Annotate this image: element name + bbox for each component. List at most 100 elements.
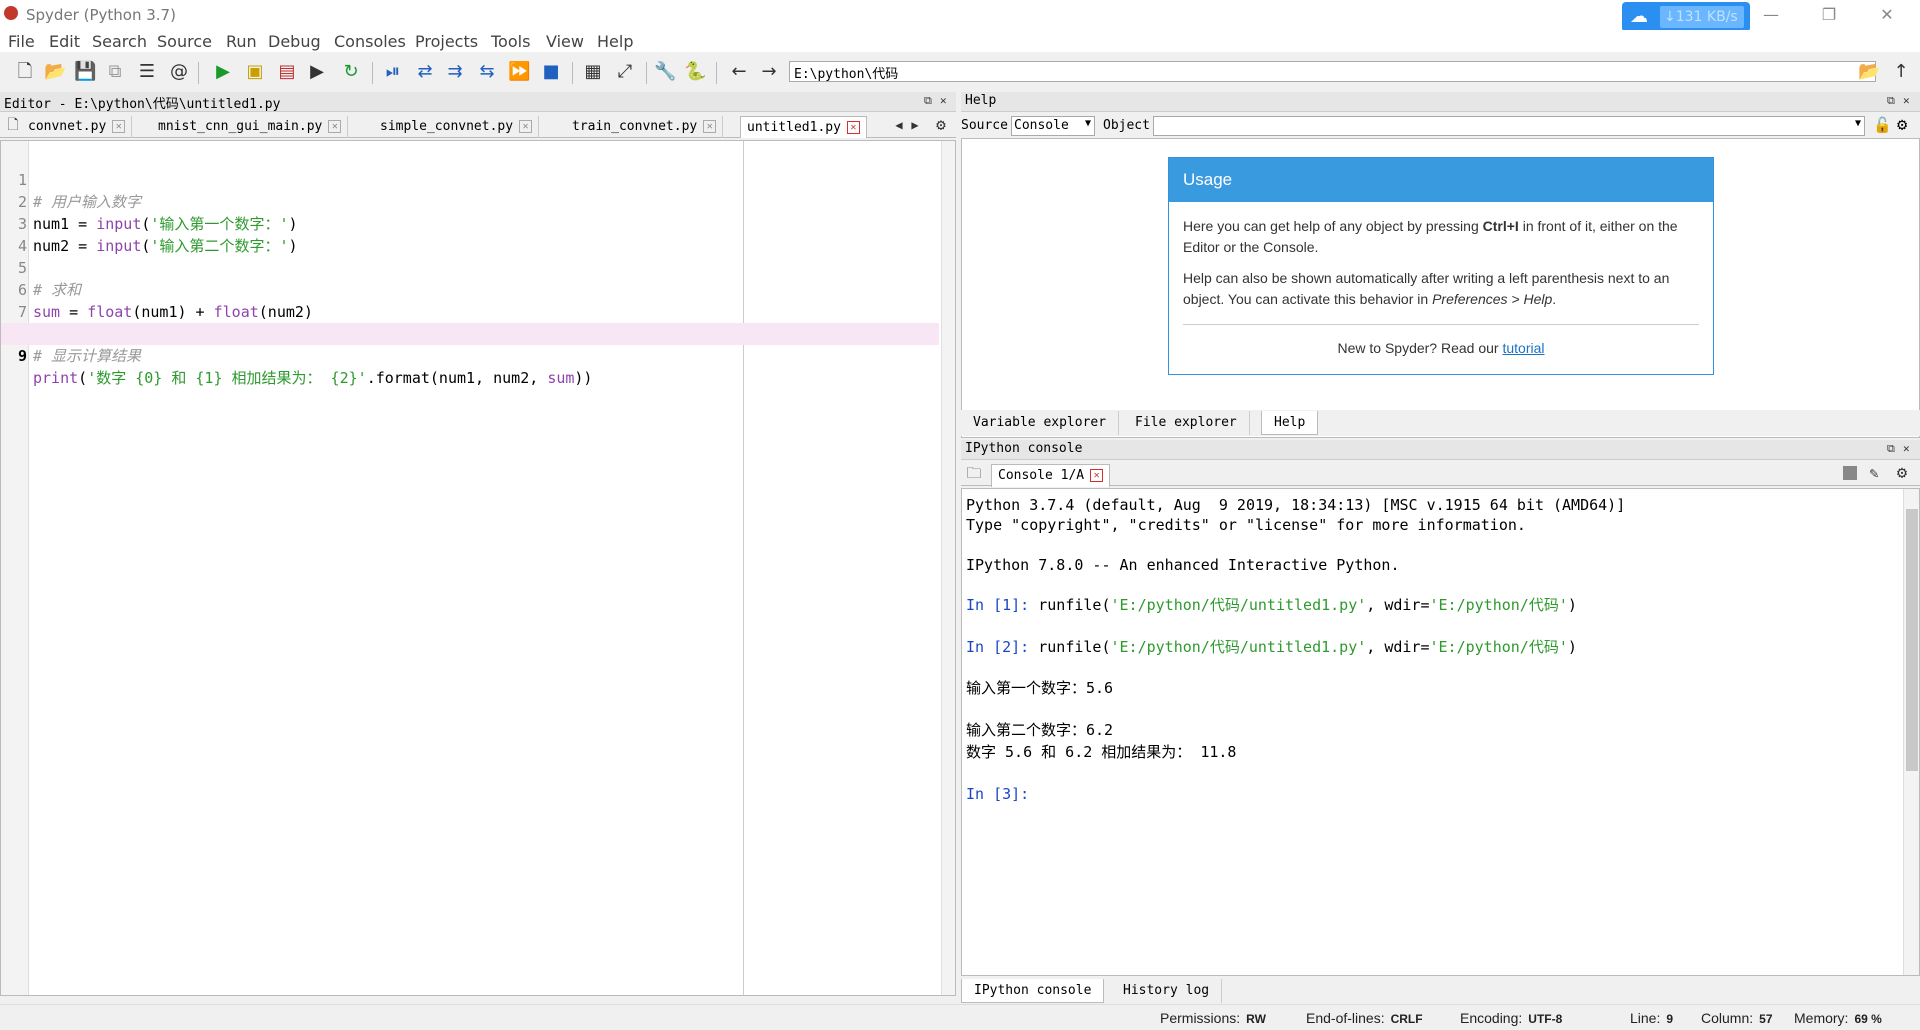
forward-arrow-icon[interactable]: →	[758, 61, 780, 83]
gear-icon[interactable]: ⚙	[1891, 462, 1913, 484]
step-icon[interactable]: ⇄	[414, 61, 436, 83]
browse-folder-icon[interactable]: 📂	[1858, 61, 1880, 83]
gear-icon[interactable]: ⚙	[930, 114, 952, 136]
open-file-icon[interactable]: 📂	[44, 61, 66, 83]
label: Memory:	[1794, 1010, 1849, 1026]
help-pane: Help ⧉ ✕ Source Console ▼ Object ▼ 🔓 ⚙ U…	[961, 92, 1920, 438]
tab-console-1a[interactable]: Console 1/A ✕	[991, 464, 1111, 487]
tab-history-log[interactable]: History log	[1111, 979, 1223, 1003]
console-scrollbar[interactable]	[1903, 489, 1919, 975]
main-toolbar: 🗋 📂 💾 ⧉ ☰ @ ▶ ▣ ▤ ▶ ↻ ⏯ ⇄ ⇉ ⇆ ⏩ ■ ▦ ⤢ 🔧 …	[0, 54, 1920, 92]
close-tab-icon[interactable]: ✕	[112, 120, 126, 133]
tutorial-link[interactable]: tutorial	[1502, 340, 1544, 356]
code-editor[interactable]: 1 # 用户输入数字 2 num1 = input('输入第一个数字：') 3 …	[0, 140, 956, 996]
python-path-icon[interactable]: 🐍	[684, 61, 706, 83]
step-into-icon[interactable]: ⇉	[444, 61, 466, 83]
browse-tabs-icon[interactable]: 🗋	[2, 114, 24, 136]
eraser-icon[interactable]: ✎	[1863, 462, 1885, 484]
save-all-icon[interactable]: ⧉	[104, 61, 126, 83]
tab-label: Console 1/A	[998, 468, 1085, 483]
continue-icon[interactable]: ⏩	[508, 61, 530, 83]
source-select-value: Console	[1014, 118, 1069, 133]
tab-mnist-cnn-gui-main[interactable]: mnist_cnn_gui_main.py ✕	[152, 116, 349, 138]
new-file-icon[interactable]: 🗋	[14, 61, 36, 83]
close-window-button[interactable]: ✕	[1864, 2, 1910, 28]
step-return-icon[interactable]: ⇆	[476, 61, 498, 83]
menu-run[interactable]: Run	[226, 32, 257, 51]
working-directory-input[interactable]: E:\python\代码 ▼	[789, 61, 1876, 82]
prompt: In [3]:	[966, 785, 1030, 803]
run-cell-icon[interactable]: ▣	[244, 61, 266, 83]
menu-debug[interactable]: Debug	[268, 32, 321, 51]
menu-file[interactable]: File	[8, 32, 35, 51]
tab-untitled1[interactable]: untitled1.py ✕	[740, 116, 867, 138]
tab-convnet[interactable]: convnet.py ✕	[22, 116, 133, 138]
console-tab-bar: 🗀 Console 1/A ✕ ✎ ⚙	[961, 462, 1920, 487]
close-pane-icon[interactable]: ✕	[1903, 442, 1910, 455]
menu-help[interactable]: Help	[597, 32, 633, 51]
status-permissions: Permissions: RW	[1160, 1010, 1266, 1026]
network-speed-widget[interactable]: ☁ ↓131 KB/s	[1622, 2, 1750, 32]
close-tab-icon[interactable]: ✕	[1090, 469, 1104, 482]
undock-icon[interactable]: ⧉	[1887, 442, 1895, 456]
toolbar-separator	[716, 62, 717, 84]
object-input[interactable]: ▼	[1153, 116, 1865, 136]
help-title-text: Help	[965, 93, 997, 108]
debug-icon[interactable]: ⏯	[382, 61, 404, 83]
console-input-line: In [2]: runfile('E:/python/代码/untitled1.…	[966, 637, 1577, 657]
menu-search[interactable]: Search	[92, 32, 147, 51]
value: UTF-8	[1528, 1012, 1563, 1026]
menu-edit[interactable]: Edit	[49, 32, 80, 51]
preferences-wrench-icon[interactable]: 🔧	[654, 61, 676, 83]
tab-file-explorer[interactable]: File explorer	[1123, 411, 1250, 435]
help-toolbar: Source Console ▼ Object ▼ 🔓 ⚙	[961, 114, 1920, 138]
save-icon[interactable]: 💾	[74, 61, 96, 83]
back-arrow-icon[interactable]: ←	[728, 61, 750, 83]
close-tab-icon[interactable]: ✕	[703, 120, 717, 133]
menu-view[interactable]: View	[546, 32, 584, 51]
tab-ipython-console[interactable]: IPython console	[961, 979, 1105, 1003]
menu-tools[interactable]: Tools	[491, 32, 530, 51]
console-output[interactable]: Python 3.7.4 (default, Aug 9 2019, 18:34…	[961, 488, 1920, 976]
undock-icon[interactable]: ⧉	[1887, 94, 1895, 108]
parent-directory-icon[interactable]: ↑	[1890, 61, 1912, 83]
restore-button[interactable]: ❐	[1806, 2, 1852, 28]
code-line: 4	[1, 213, 939, 255]
tab-help[interactable]: Help	[1261, 411, 1319, 435]
run-icon[interactable]: ▶	[212, 61, 234, 83]
gear-icon[interactable]: ⚙	[1897, 115, 1907, 135]
close-pane-icon[interactable]: ✕	[1903, 94, 1910, 107]
cloud-icon: ☁	[1630, 6, 1648, 27]
stop-kernel-icon[interactable]	[1843, 466, 1857, 480]
scroll-tabs-right-icon[interactable]: ▶	[904, 114, 926, 136]
maximize-pane-icon[interactable]: ▦	[582, 61, 604, 83]
menu-consoles[interactable]: Consoles	[334, 32, 406, 51]
stop-icon[interactable]: ■	[540, 61, 562, 83]
editor-tab-bar: 🗋 convnet.py ✕ mnist_cnn_gui_main.py ✕ sim…	[0, 114, 956, 138]
run-cell-advance-icon[interactable]: ▤	[276, 61, 298, 83]
text: Here you can get help of any object by p…	[1183, 218, 1483, 234]
minimize-button[interactable]: —	[1748, 2, 1794, 28]
source-select[interactable]: Console ▼	[1011, 116, 1095, 136]
status-line: Line: 9	[1630, 1010, 1673, 1026]
at-symbol-icon[interactable]: @	[168, 61, 190, 83]
undock-icon[interactable]: ⧉	[924, 94, 932, 108]
tab-simple-convnet[interactable]: simple_convnet.py ✕	[374, 116, 540, 138]
list-icon[interactable]: ☰	[136, 61, 158, 83]
folder-icon[interactable]: 🗀	[963, 462, 985, 484]
fullscreen-icon[interactable]: ⤢	[614, 61, 636, 83]
scrollbar-thumb[interactable]	[1906, 509, 1918, 771]
run-selection-icon[interactable]: ▶	[306, 61, 328, 83]
rerun-icon[interactable]: ↻	[340, 61, 362, 83]
editor-scrollbar[interactable]	[941, 141, 955, 995]
menu-projects[interactable]: Projects	[415, 32, 478, 51]
close-tab-icon[interactable]: ✕	[519, 120, 533, 133]
close-pane-icon[interactable]: ✕	[940, 94, 947, 107]
console-text: , wdir=	[1366, 638, 1430, 656]
close-tab-icon[interactable]: ✕	[846, 121, 860, 134]
lock-icon[interactable]: 🔓	[1873, 116, 1892, 134]
menu-source[interactable]: Source	[157, 32, 212, 51]
tab-train-convnet[interactable]: train_convnet.py ✕	[566, 116, 724, 138]
tab-variable-explorer[interactable]: Variable explorer	[961, 411, 1120, 435]
close-tab-icon[interactable]: ✕	[328, 120, 342, 133]
